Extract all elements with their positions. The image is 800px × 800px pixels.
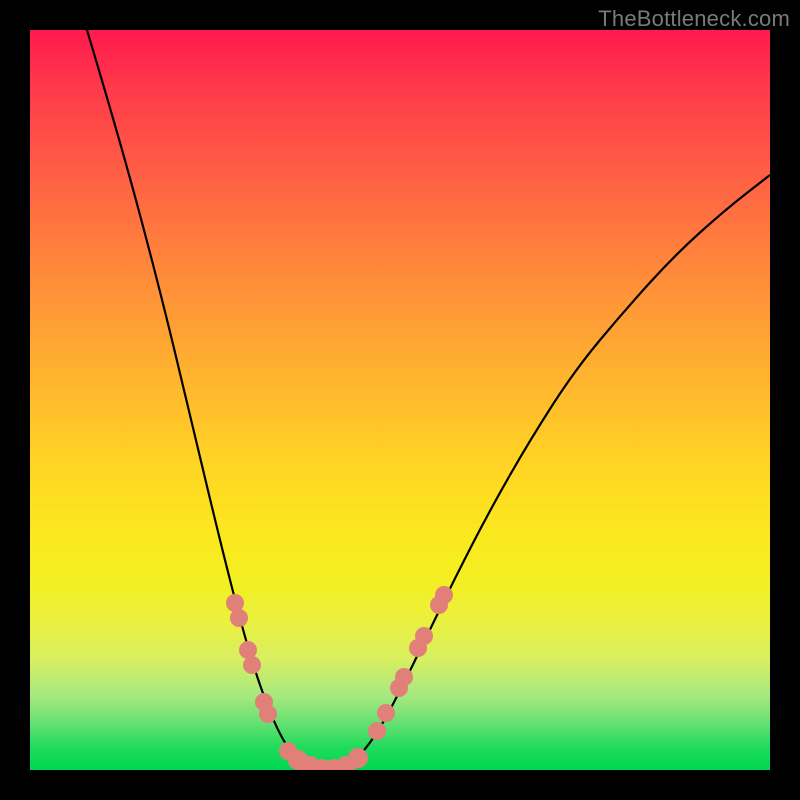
- data-marker: [348, 748, 368, 768]
- curve-left: [84, 30, 320, 769]
- data-marker: [259, 705, 277, 723]
- data-marker: [435, 586, 453, 604]
- data-marker: [415, 627, 433, 645]
- data-marker: [230, 609, 248, 627]
- marker-group: [226, 586, 453, 770]
- data-marker: [243, 656, 261, 674]
- chart-canvas: TheBottleneck.com: [0, 0, 800, 800]
- watermark-text: TheBottleneck.com: [598, 6, 790, 32]
- chart-svg: [30, 30, 770, 770]
- data-marker: [395, 668, 413, 686]
- plot-area: [30, 30, 770, 770]
- data-marker: [377, 704, 395, 722]
- data-marker: [368, 722, 386, 740]
